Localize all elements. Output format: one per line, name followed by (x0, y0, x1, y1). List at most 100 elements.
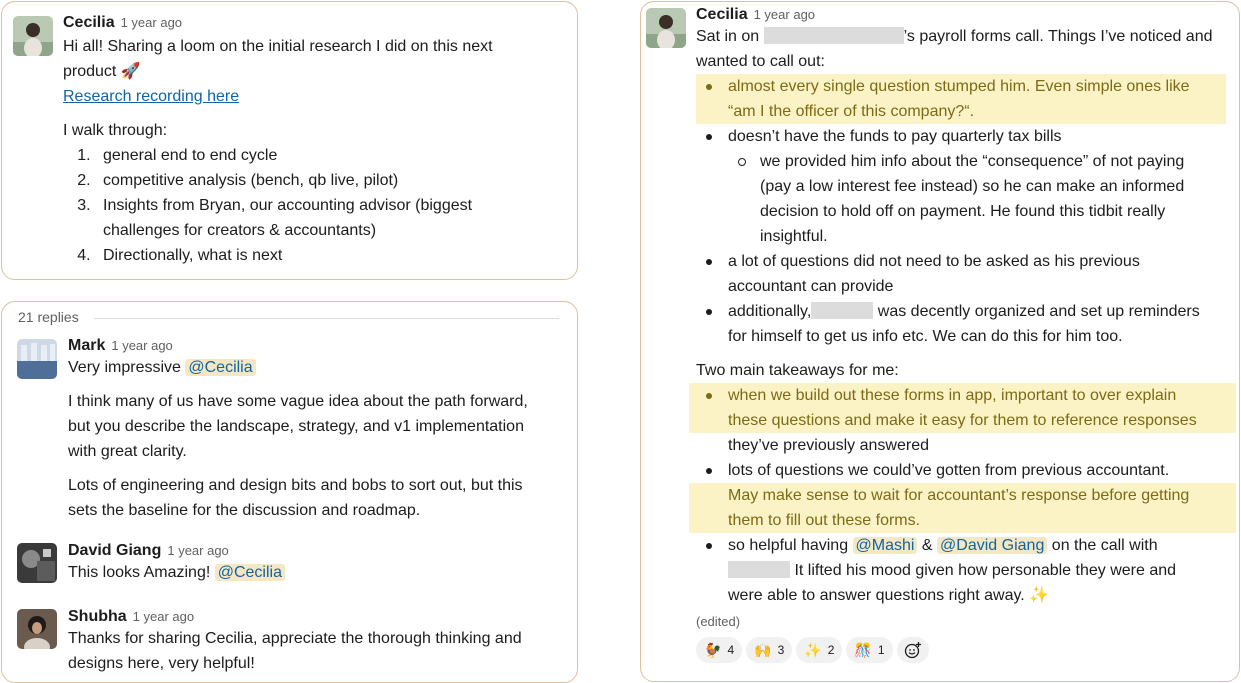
mention-cecilia[interactable]: @Cecilia (185, 359, 256, 376)
list-item: competitive analysis (bench, qb live, pi… (95, 168, 563, 193)
message-text: Very impressive (68, 359, 181, 376)
list-item: lots of questions we could’ve gotten fro… (706, 458, 1236, 483)
list-item: general end to end cycle (95, 143, 563, 168)
reaction-celebrate[interactable]: 🎊 1 (846, 637, 893, 663)
redacted-name (811, 302, 874, 319)
mention-david-giang[interactable]: @David Giang (937, 537, 1048, 554)
shubha-avatar-image (17, 609, 57, 649)
list-item-text: them to fill out these forms. (728, 512, 921, 529)
timestamp[interactable]: 1 year ago (167, 543, 228, 558)
author-name[interactable]: Shubha (68, 608, 127, 625)
message-text: sets the baseline for the discussion and… (68, 502, 421, 519)
bullet-list: so helpful having @Mashi & @David Giang … (696, 533, 1236, 608)
list-item-text: “am I the officer of this company?“. (728, 103, 975, 120)
message-text: Lots of engineering and design bits and … (68, 477, 523, 494)
message-text: wanted to call out: (696, 53, 825, 70)
list-item-text: insightful. (760, 228, 828, 245)
replies-divider (94, 318, 559, 319)
sparkles-icon: ✨ (804, 642, 822, 658)
avatar[interactable] (13, 16, 53, 56)
list-item-text: May make sense to wait for accountant’s … (728, 487, 1190, 504)
list-item: doesn’t have the funds to pay quarterly … (706, 124, 1236, 149)
timestamp[interactable]: 1 year ago (133, 609, 194, 624)
author-name[interactable]: David Giang (68, 542, 161, 559)
message-text: but you describe the landscape, strategy… (68, 418, 524, 435)
list-item-text: decision to hold off on payment. He foun… (760, 203, 1166, 220)
mention-cecilia[interactable]: @Cecilia (214, 564, 285, 581)
sparkles-emoji-icon: ✨ (1029, 587, 1050, 604)
message-text: Hi all! Sharing a loom on the initial re… (63, 38, 493, 55)
research-recording-link[interactable]: Research recording here (63, 88, 239, 105)
raised-hands-icon: 🙌 (754, 642, 772, 658)
reaction-raised-hands[interactable]: 🙌 3 (746, 637, 793, 663)
bullet-list: almost every single question stumped him… (696, 74, 1226, 124)
reaction-count: 3 (777, 643, 785, 657)
cecilia-avatar-image (13, 16, 53, 56)
list-item-text: Insights from Bryan, our accounting advi… (103, 197, 473, 214)
author-name[interactable]: Mark (68, 337, 105, 354)
redacted-name (728, 561, 790, 578)
bullet-list: doesn’t have the funds to pay quarterly … (696, 124, 1236, 149)
list-item-text: challenges for creators & accountants) (103, 222, 377, 239)
mark-avatar-image (17, 339, 57, 379)
sub-bullet-list: we provided him info about the “conseque… (696, 149, 1236, 249)
list-item-text: additionally, (728, 303, 812, 320)
message-text: designs here, very helpful! (68, 655, 255, 672)
walk-through-list: general end to end cycle competitive ana… (63, 143, 563, 268)
replies-count[interactable]: 21 replies (18, 309, 79, 325)
rooster-icon: 🐓 (704, 642, 722, 658)
message-text: Sat in on (696, 28, 760, 45)
message-text: product (63, 63, 117, 80)
add-reaction-button[interactable] (896, 637, 929, 663)
list-item-text: when we build out these forms in app, im… (728, 387, 1177, 404)
author-name[interactable]: Cecilia (63, 14, 115, 31)
list-item: almost every single question stumped him… (706, 74, 1226, 124)
message-text: Thanks for sharing Cecilia, appreciate t… (68, 630, 522, 647)
list-item-text: & (921, 537, 933, 554)
list-item-text: was decently organized and set up remind… (877, 303, 1200, 320)
list-item: when we build out these forms in app, im… (706, 383, 1236, 433)
avatar[interactable] (17, 609, 57, 649)
list-item: Directionally, what is next (95, 243, 563, 268)
timestamp[interactable]: 1 year ago (111, 338, 172, 353)
reaction-count: 4 (727, 643, 735, 657)
list-item-text: a lot of questions did not need to be as… (728, 253, 1140, 270)
right-message-card: Cecilia 1 year ago Sat in on ’s payroll f… (640, 1, 1240, 682)
timestamp[interactable]: 1 year ago (754, 7, 815, 22)
list-item: we provided him info about the “conseque… (738, 149, 1236, 249)
timestamp[interactable]: 1 year ago (121, 15, 182, 30)
list-item-text: they’ve previously answered (728, 437, 929, 454)
cecilia-avatar-image (646, 8, 686, 48)
list-item-text: for himself to get us info etc. We can d… (728, 328, 1123, 345)
bullet-list: when we build out these forms in app, im… (696, 383, 1236, 433)
reaction-chicken[interactable]: 🐓 4 (696, 637, 743, 663)
author-name[interactable]: Cecilia (696, 6, 748, 23)
message-text: This looks Amazing! (68, 564, 211, 581)
list-item: a lot of questions did not need to be as… (706, 249, 1236, 299)
list-item-text: we provided him info about the “conseque… (760, 153, 1185, 170)
avatar[interactable] (17, 543, 57, 583)
message-text: with great clarity. (68, 443, 187, 460)
list-item-text: these questions and make it easy for the… (728, 412, 1197, 429)
david-avatar-image (17, 543, 57, 583)
mention-mashi[interactable]: @Mashi (852, 537, 918, 554)
bullet-list: a lot of questions did not need to be as… (696, 249, 1236, 349)
reactions-bar: 🐓 4 🙌 3 ✨ 2 🎊 1 (696, 637, 1236, 663)
takeaways-label: Two main takeaways for me: (696, 362, 899, 379)
add-reaction-icon (904, 642, 921, 659)
avatar[interactable] (646, 8, 686, 48)
rocket-emoji-icon: 🚀 (120, 63, 141, 80)
reaction-count: 1 (877, 643, 885, 657)
list-item-text: were able to answer questions right away… (728, 587, 1025, 604)
list-item: additionally, was decently organized and… (706, 299, 1236, 349)
list-item-text: It lifted his mood given how personable … (794, 562, 1177, 579)
bullet-list: lots of questions we could’ve gotten fro… (696, 458, 1236, 483)
list-item-text: so helpful having (728, 537, 849, 554)
list-item: so helpful having @Mashi & @David Giang … (706, 533, 1236, 608)
edited-label: (edited) (696, 614, 741, 629)
avatar[interactable] (17, 339, 57, 379)
top-message-card: Cecilia 1 year ago Hi all! Sharing a loom… (1, 1, 578, 280)
reaction-count: 2 (827, 643, 835, 657)
reaction-sparkles[interactable]: ✨ 2 (796, 637, 843, 663)
list-item: Insights from Bryan, our accounting advi… (95, 193, 563, 243)
